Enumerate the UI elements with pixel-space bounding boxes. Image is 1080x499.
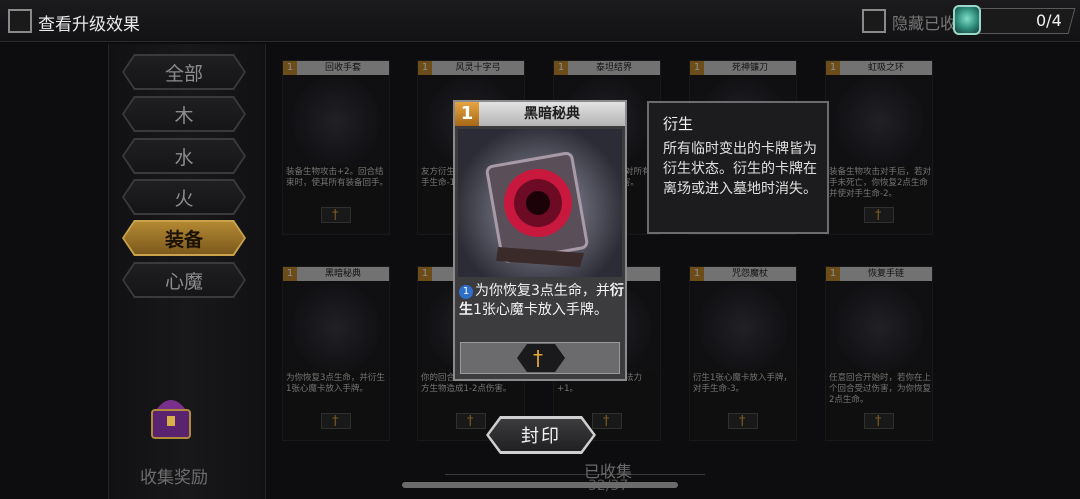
tooltip-title: 衍生 (663, 115, 694, 133)
reward-label: 收集奖励 (140, 468, 208, 488)
sword-icon (321, 207, 351, 223)
sword-icon (728, 413, 758, 429)
card[interactable]: 1 虹吸之环 装备生物攻击对手后，若对手未死亡，你恢复2点生命并使对手生命-2。 (825, 60, 933, 235)
card-bar: † (460, 342, 620, 374)
card-art (692, 283, 794, 371)
sword-icon (864, 413, 894, 429)
hide-owned-checkbox[interactable] (862, 9, 886, 33)
card-cost: 1 (455, 102, 479, 126)
card-title: 黑暗秘典 (479, 102, 625, 126)
top-bar: 查看升级效果 隐藏已收 0/4 (0, 0, 1080, 42)
tooltip-body: 所有临时变出的卡牌皆为衍生状态。衍生的卡牌在离场或进入墓地时消失。 (663, 141, 817, 197)
card-art (285, 77, 387, 165)
card[interactable]: 1 黑暗秘典 为你恢复3点生命，并衍生1张心魔卡放入手牌。 (282, 266, 390, 441)
card-art (285, 283, 387, 371)
sword-icon (321, 413, 351, 429)
filter-water[interactable]: 水 (122, 138, 246, 174)
card[interactable]: 1 恢复手链 任意回合开始时，若你在上个回合受过伤害，为你恢复2点生命。 (825, 266, 933, 441)
sword-icon (456, 413, 486, 429)
reward-chest-icon[interactable] (148, 388, 194, 442)
filter-heart-demon[interactable]: 心魔 (122, 262, 246, 298)
dark-tome-art (458, 129, 622, 277)
card[interactable]: 1 咒怨魔杖 衍生1张心魔卡放入手牌，对手生命-3。 (689, 266, 797, 441)
home-indicator[interactable] (402, 482, 678, 488)
sword-icon (592, 413, 622, 429)
page-title: 查看升级效果 (38, 15, 140, 35)
gem-icon (953, 5, 981, 35)
filter-equipment[interactable]: 装备 (122, 220, 246, 256)
card-detail-popup: 1 黑暗秘典 1 为你恢复3点生命，并衍生1张心魔卡放入手牌。 † (453, 100, 627, 381)
filter-fire[interactable]: 火 (122, 179, 246, 215)
progress-counter: 0/4 (1036, 11, 1062, 30)
card-description: 1 为你恢复3点生命，并衍生1张心魔卡放入手牌。 (459, 283, 624, 318)
seal-button[interactable]: 封印 (486, 416, 596, 454)
sword-icon (864, 207, 894, 223)
sword-icon: † (533, 346, 543, 370)
card-art (828, 283, 930, 371)
back-checkbox[interactable] (8, 9, 32, 33)
level-badge: 1 (459, 285, 473, 299)
divider (445, 474, 705, 475)
filter-wood[interactable]: 木 (122, 96, 246, 132)
card-art (828, 77, 930, 165)
keyword-tooltip: 衍生 所有临时变出的卡牌皆为衍生状态。衍生的卡牌在离场或进入墓地时消失。 (647, 101, 829, 234)
hide-owned-label: 隐藏已收 (892, 14, 957, 33)
filter-all[interactable]: 全部 (122, 54, 246, 90)
card[interactable]: 1 回收手套 装备生物攻击+2。回合结束时，使其所有装备回手。 (282, 60, 390, 235)
